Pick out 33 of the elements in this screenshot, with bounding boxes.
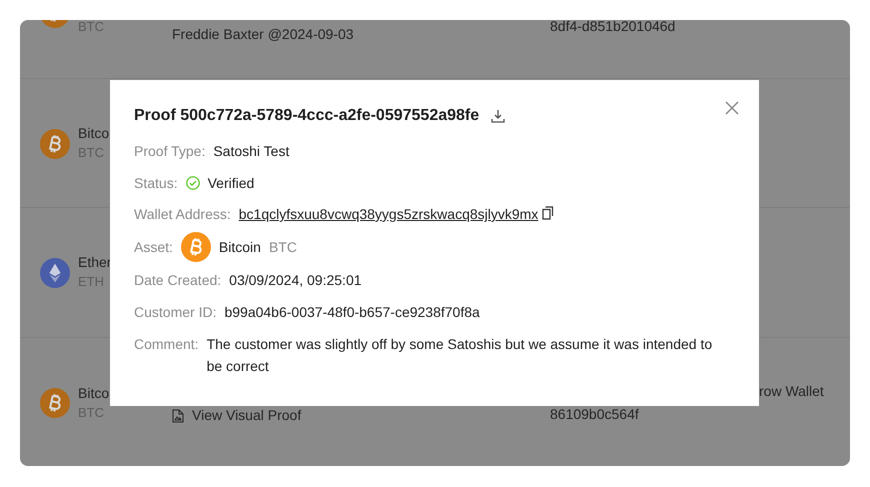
field-label: Asset: <box>134 238 173 257</box>
bitcoin-icon <box>180 232 211 262</box>
asset-name: Bitcoin <box>218 238 261 257</box>
field-label: Date Created: <box>134 271 222 290</box>
table-cell-text: row Wallet <box>759 382 824 401</box>
status-text: Verified <box>208 174 254 193</box>
field-label: Comment: <box>134 335 199 354</box>
field-value: 03/09/2024, 09:25:01 <box>229 271 362 290</box>
check-circle-icon <box>186 176 200 190</box>
download-icon[interactable] <box>491 109 506 123</box>
ethereum-icon <box>40 258 70 288</box>
field-label: Wallet Address: <box>134 205 231 224</box>
bitcoin-icon <box>40 388 70 418</box>
field-value: The customer was slightly off by some Satoshis but we assume it was intended to be correct <box>206 335 714 376</box>
field-label: Proof Type: <box>134 142 206 161</box>
asset-name: Bitco <box>78 384 110 403</box>
file-icon <box>172 408 184 422</box>
field-value: b99a04b6-0037-48f0-b657-ce9238f70f8a <box>224 303 480 322</box>
asset-name: Bitco <box>78 124 110 142</box>
asset-name: Ether <box>78 253 112 272</box>
asset-symbol: BTC <box>268 238 297 257</box>
copy-icon[interactable] <box>542 206 554 220</box>
visual-proof-link[interactable]: View Visual Proof <box>192 405 302 426</box>
bitcoin-icon <box>40 128 70 158</box>
close-icon[interactable] <box>725 101 739 115</box>
field-label: Customer ID: <box>134 303 216 322</box>
field-value: Satoshi Test <box>213 142 290 161</box>
table-cell-text: 8df4-d851b201046d <box>550 20 676 36</box>
dialog-title: Proof 500c772a-5789-4ccc-a2fe-0597552a98fe <box>134 106 480 126</box>
wallet-address-link[interactable]: bc1qclyfsxuu8vcwq38yygs5zrskwacq8sjlyvk9mx <box>238 204 538 224</box>
field-label: Status: <box>134 174 178 193</box>
table-cell-text: Freddie Baxter @2024-09-03 <box>172 25 354 44</box>
table-cell-text: 86109b0c564f <box>550 405 639 424</box>
